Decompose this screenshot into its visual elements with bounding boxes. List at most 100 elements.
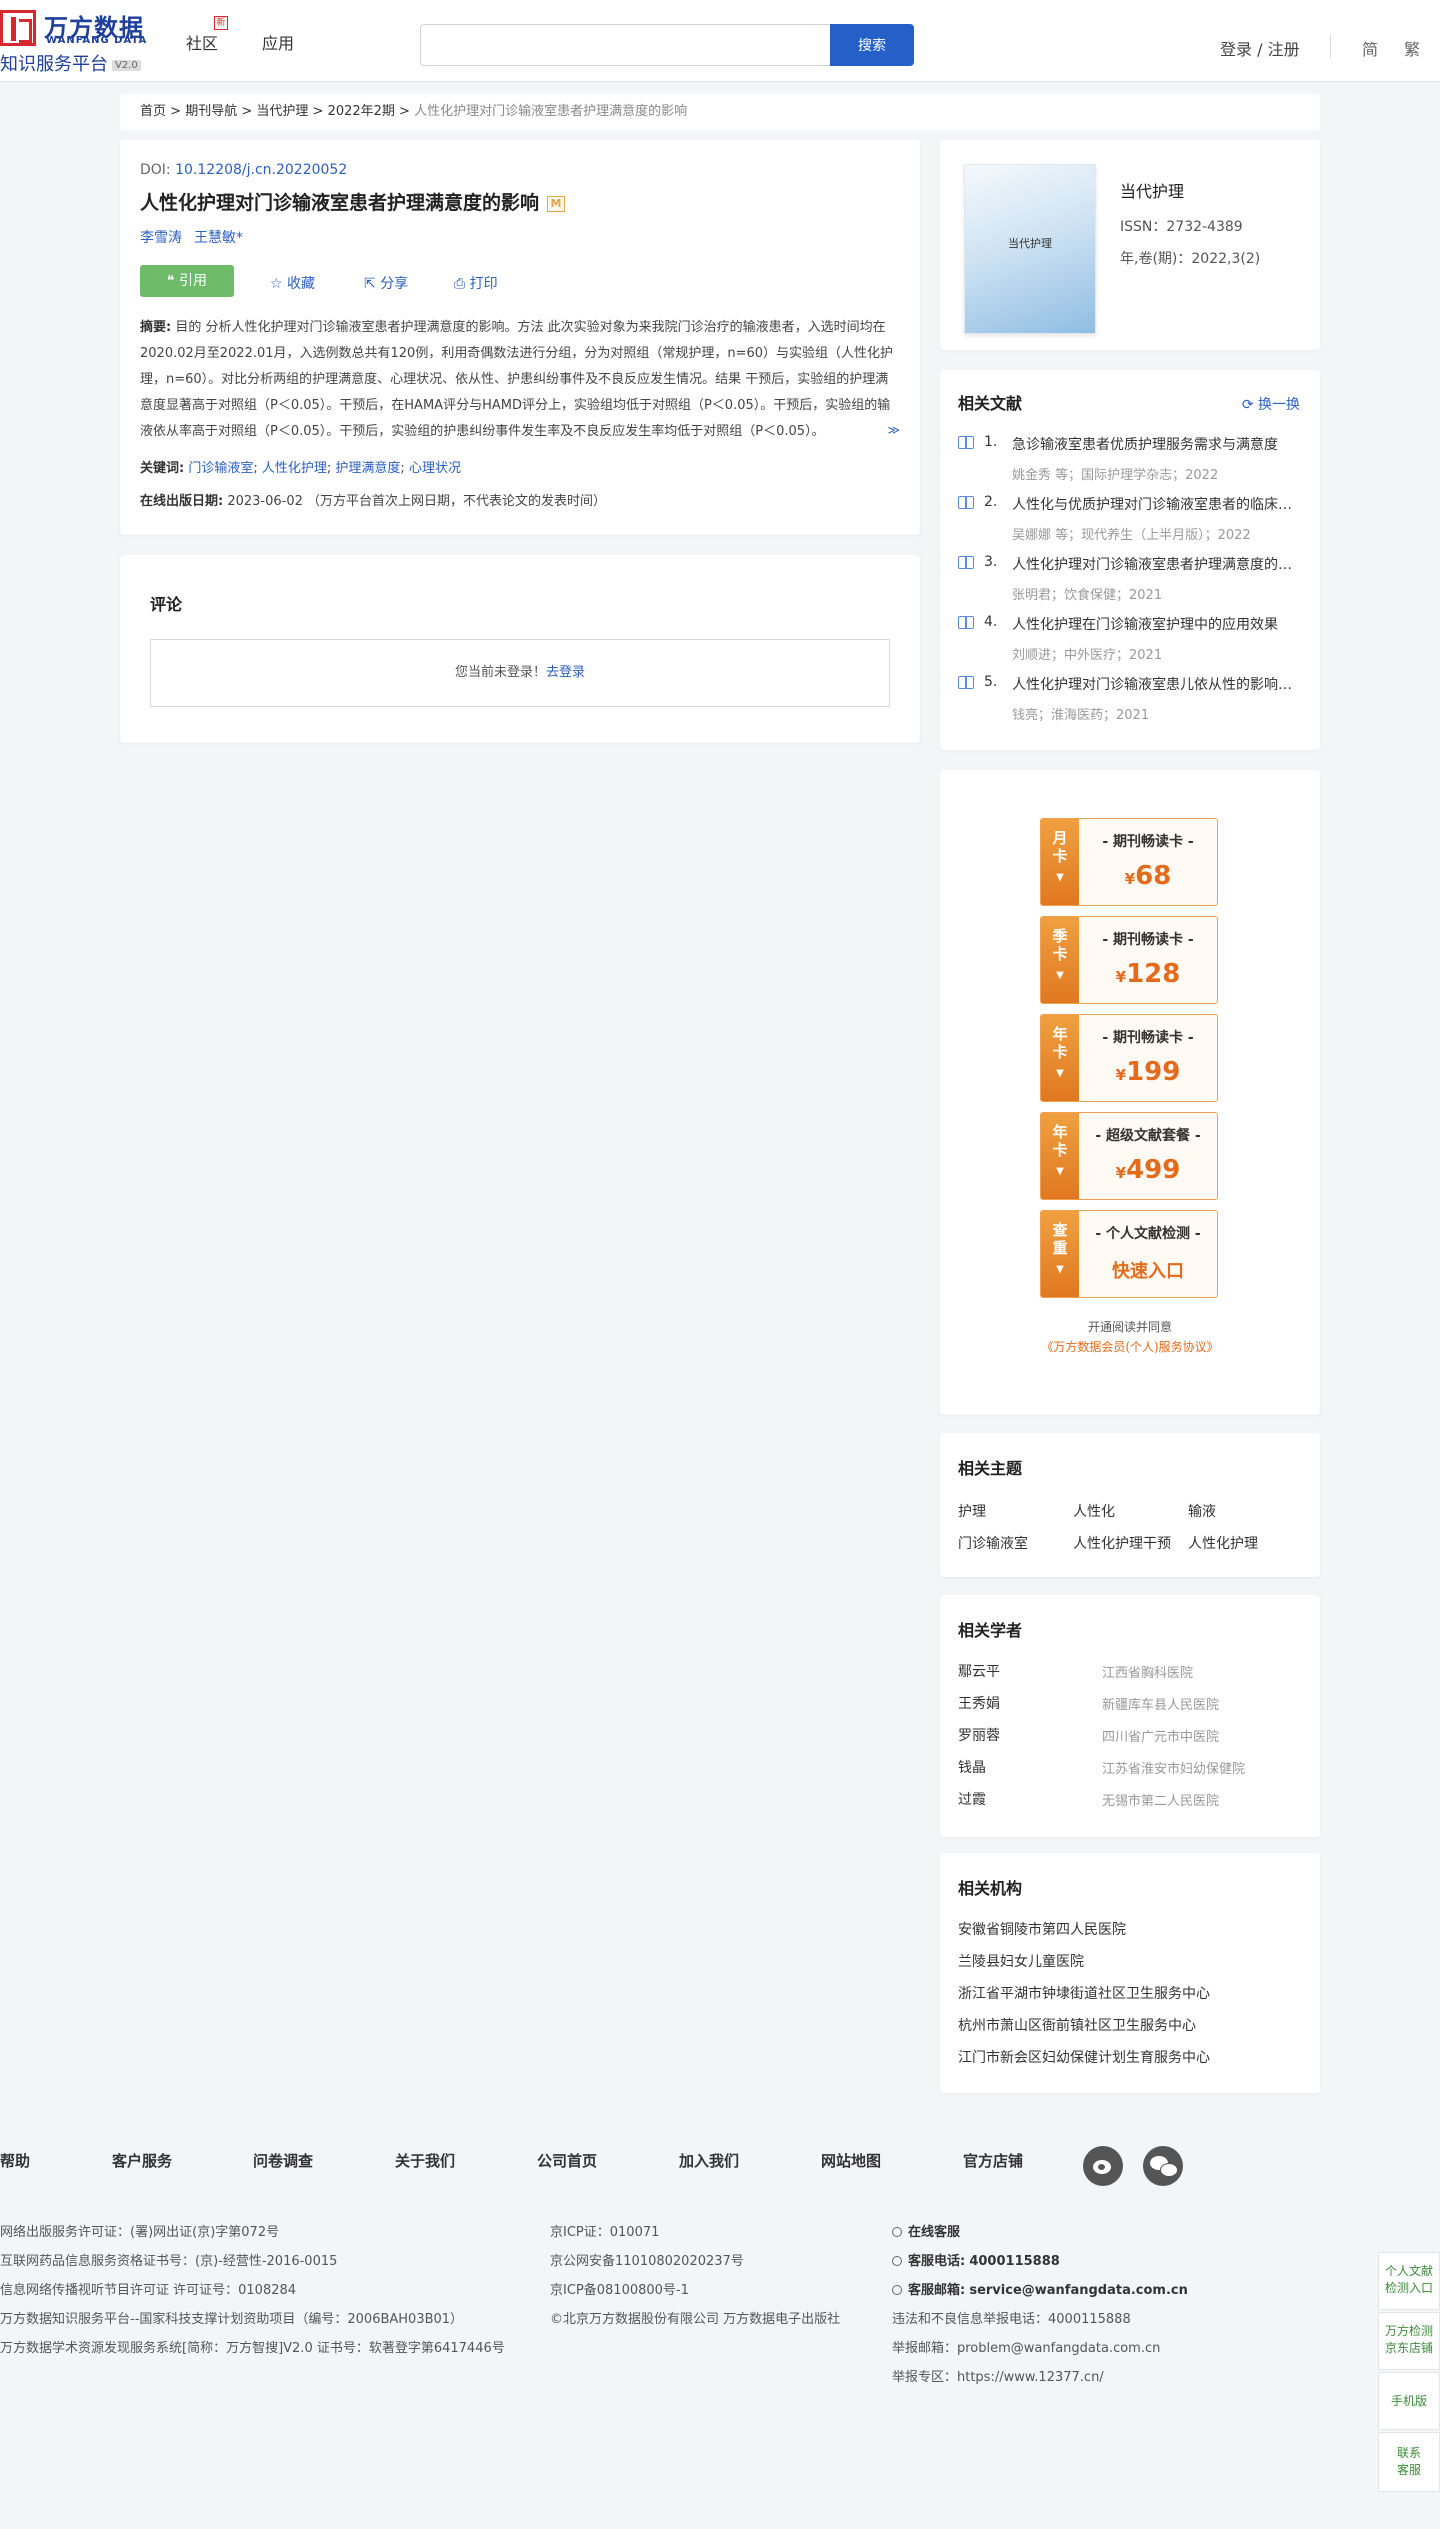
online-service-link[interactable]: 在线客服 [892, 2218, 1188, 2247]
institution-link[interactable]: 江门市新会区妇幼保健计划生育服务中心 [958, 2047, 1210, 2067]
breadcrumb-journal[interactable]: 当代护理 [256, 104, 308, 119]
institution-link[interactable]: 兰陵县妇女儿童医院 [958, 1951, 1084, 1971]
topic-link[interactable]: 护理 [958, 1501, 1058, 1521]
share-label: 分享 [380, 276, 409, 292]
footer-company-home-link[interactable]: 公司首页 [537, 2150, 597, 2171]
go-login-link[interactable]: 去登录 [546, 665, 585, 680]
doc-num: 1. [984, 434, 998, 450]
cite-button[interactable]: ❝ 引用 [140, 265, 234, 297]
scholar-name[interactable]: 过霞 [958, 1789, 986, 1809]
icp-line[interactable]: 京ICP证：010071 [550, 2218, 840, 2247]
phone-value: 4000115888 [969, 2254, 1060, 2269]
side-contact-service[interactable]: 联系 客服 [1378, 2432, 1440, 2492]
footer-about-link[interactable]: 关于我们 [395, 2150, 455, 2171]
scholar-name[interactable]: 鄢云平 [958, 1661, 1000, 1681]
card-tab: 季卡 ▼ [1041, 917, 1079, 1003]
doc-title[interactable]: 人性化护理对门诊输液室患儿依从性的影响分析 [1012, 674, 1302, 694]
plagiarism-check-offer[interactable]: 查重 ▼ - 个人文献检测 - 快速入口 [1040, 1210, 1218, 1298]
expand-abstract-icon[interactable]: ≫ [887, 417, 900, 443]
share-button[interactable]: ⇱ 分享 [364, 273, 408, 293]
topic-link[interactable]: 人性化护理 [1188, 1533, 1288, 1553]
scholar-name[interactable]: 钱晶 [958, 1757, 986, 1777]
footer-join-us-link[interactable]: 加入我们 [679, 2150, 739, 2171]
breadcrumb-home[interactable]: 首页 [140, 104, 166, 119]
scholar-name[interactable]: 王秀娟 [958, 1693, 1000, 1713]
author-link[interactable]: 李雪涛 [140, 230, 182, 246]
weibo-icon[interactable] [1083, 2146, 1123, 2186]
article-actions: ❝ 引用 ☆ 收藏 ⇱ 分享 ⎙ 打印 [140, 265, 900, 299]
institution-link[interactable]: 杭州市萧山区衙前镇社区卫生服务中心 [958, 2015, 1196, 2035]
print-button[interactable]: ⎙ 打印 [454, 273, 498, 293]
topic-link[interactable]: 输液 [1188, 1501, 1288, 1521]
monthly-card-offer[interactable]: 月卡 ▼ - 期刊畅读卡 - ¥68 [1040, 818, 1218, 906]
author-link[interactable]: 王慧敏* [194, 230, 243, 246]
wechat-icon[interactable] [1143, 2146, 1183, 2186]
lang-traditional-button[interactable]: 繁 [1404, 36, 1420, 60]
scholar-org[interactable]: 江苏省淮安市妇幼保健院 [1102, 1758, 1245, 1777]
card-name: - 期刊畅读卡 - [1102, 834, 1194, 850]
doc-title[interactable]: 人性化护理在门诊输液室护理中的应用效果 [1012, 614, 1302, 634]
journal-name-link[interactable]: 当代护理 [1120, 178, 1184, 202]
side-plagiarism-entry[interactable]: 个人文献 检测入口 [1378, 2252, 1440, 2310]
footer-official-store-link[interactable]: 官方店铺 [963, 2150, 1023, 2171]
keywords: 关键词: 门诊输液室; 人性化护理; 护理满意度; 心理状况 [140, 461, 461, 476]
author-list: 李雪涛 王慧敏* [140, 227, 900, 247]
side-jd-store[interactable]: 万方检测 京东店铺 [1378, 2312, 1440, 2370]
m-badge-icon[interactable]: M [547, 196, 566, 212]
related-topics-title: 相关主题 [958, 1459, 1023, 1478]
footer-help-link[interactable]: 帮助 [0, 2150, 30, 2171]
doc-meta: 姚金秀 等；国际护理学杂志；2022 [1012, 468, 1219, 483]
institution-link[interactable]: 安徽省铜陵市第四人民医院 [958, 1919, 1126, 1939]
pubdate-note: （万方平台首次上网日期，不代表论文的发表时间） [307, 494, 607, 509]
wanfang-logo[interactable]: 万方数据 WANFANG DATA 知识服务平台 V2.0 [0, 8, 160, 75]
footer-survey-link[interactable]: 问卷调查 [253, 2150, 313, 2171]
nav-community[interactable]: 社区 新 [186, 16, 229, 54]
search-input[interactable] [420, 24, 830, 66]
keyword-link[interactable]: 心理状况 [409, 461, 461, 476]
doc-title[interactable]: 人性化护理对门诊输液室患者护理满意度的影响 [1012, 554, 1302, 574]
search-button[interactable]: 搜索 [830, 24, 914, 66]
breadcrumb-issue[interactable]: 2022年2期 [328, 104, 395, 119]
journal-cover-image[interactable]: 当代护理 [964, 164, 1096, 334]
lang-simplified-button[interactable]: 简 [1362, 36, 1378, 60]
quarterly-card-offer[interactable]: 季卡 ▼ - 期刊畅读卡 - ¥128 [1040, 916, 1218, 1004]
favorite-button[interactable]: ☆ 收藏 [270, 273, 315, 293]
footer-sitemap-link[interactable]: 网站地图 [821, 2150, 881, 2171]
keyword-link[interactable]: 门诊输液室 [188, 461, 253, 476]
side-mobile-version[interactable]: 手机版 [1378, 2372, 1440, 2430]
footer-customer-service-link[interactable]: 客户服务 [112, 2150, 172, 2171]
swap-button[interactable]: ⟳ 换一换 [1242, 394, 1300, 414]
institution-link[interactable]: 浙江省平湖市钟埭街道社区卫生服务中心 [958, 1983, 1210, 2003]
login-register-link[interactable]: 登录 / 注册 [1220, 36, 1300, 60]
scholar-org[interactable]: 无锡市第二人民医院 [1102, 1790, 1219, 1809]
service-agreement-link[interactable]: 《万方数据会员(个人)服务协议》 [940, 1338, 1320, 1355]
keyword-link[interactable]: 护理满意度 [335, 461, 400, 476]
doc-title[interactable]: 人性化与优质护理对门诊输液室患者的临床护理效果 [1012, 494, 1302, 514]
keyword-link[interactable]: 人性化护理 [262, 461, 327, 476]
breadcrumb-journal-nav[interactable]: 期刊导航 [185, 104, 237, 119]
card-price: 快速入口 [1079, 1257, 1217, 1283]
icp-line[interactable]: 京ICP备08100800号-1 [550, 2276, 840, 2305]
scholar-name[interactable]: 罗丽蓉 [958, 1725, 1000, 1745]
icp-line[interactable]: 京公网安备11010802020237号 [550, 2247, 840, 2276]
scholar-org[interactable]: 新疆库车县人民医院 [1102, 1694, 1219, 1713]
book-icon [958, 556, 974, 569]
scholar-org[interactable]: 四川省广元市中医院 [1102, 1726, 1219, 1745]
card-price: ¥128 [1079, 959, 1217, 989]
double-down-arrow-icon: ▼ [1056, 1166, 1064, 1177]
nav-apps[interactable]: 应用 [262, 30, 294, 54]
super-package-offer[interactable]: 年卡 ▼ - 超级文献套餐 - ¥499 [1040, 1112, 1218, 1200]
card-price: ¥499 [1079, 1155, 1217, 1185]
license-line: 信息网络传播视听节目许可证 许可证号：0108284 [0, 2283, 297, 2298]
topic-link[interactable]: 人性化护理干预 [1073, 1533, 1173, 1553]
double-down-arrow-icon: ▼ [1056, 872, 1064, 883]
topic-link[interactable]: 门诊输液室 [958, 1533, 1058, 1553]
scholar-org[interactable]: 江西省胸科医院 [1102, 1662, 1193, 1681]
doi-link[interactable]: 10.12208/j.cn.20220052 [175, 162, 347, 178]
doc-title[interactable]: 急诊输液室患者优质护理服务需求与满意度 [1012, 434, 1302, 454]
email-value[interactable]: service@wanfangdata.com.cn [969, 2283, 1188, 2298]
report-zone-link[interactable]: 举报专区：https://www.12377.cn/ [892, 2363, 1188, 2392]
favorite-label: 收藏 [287, 276, 316, 292]
annual-card-offer[interactable]: 年卡 ▼ - 期刊畅读卡 - ¥199 [1040, 1014, 1218, 1102]
topic-link[interactable]: 人性化 [1073, 1501, 1173, 1521]
